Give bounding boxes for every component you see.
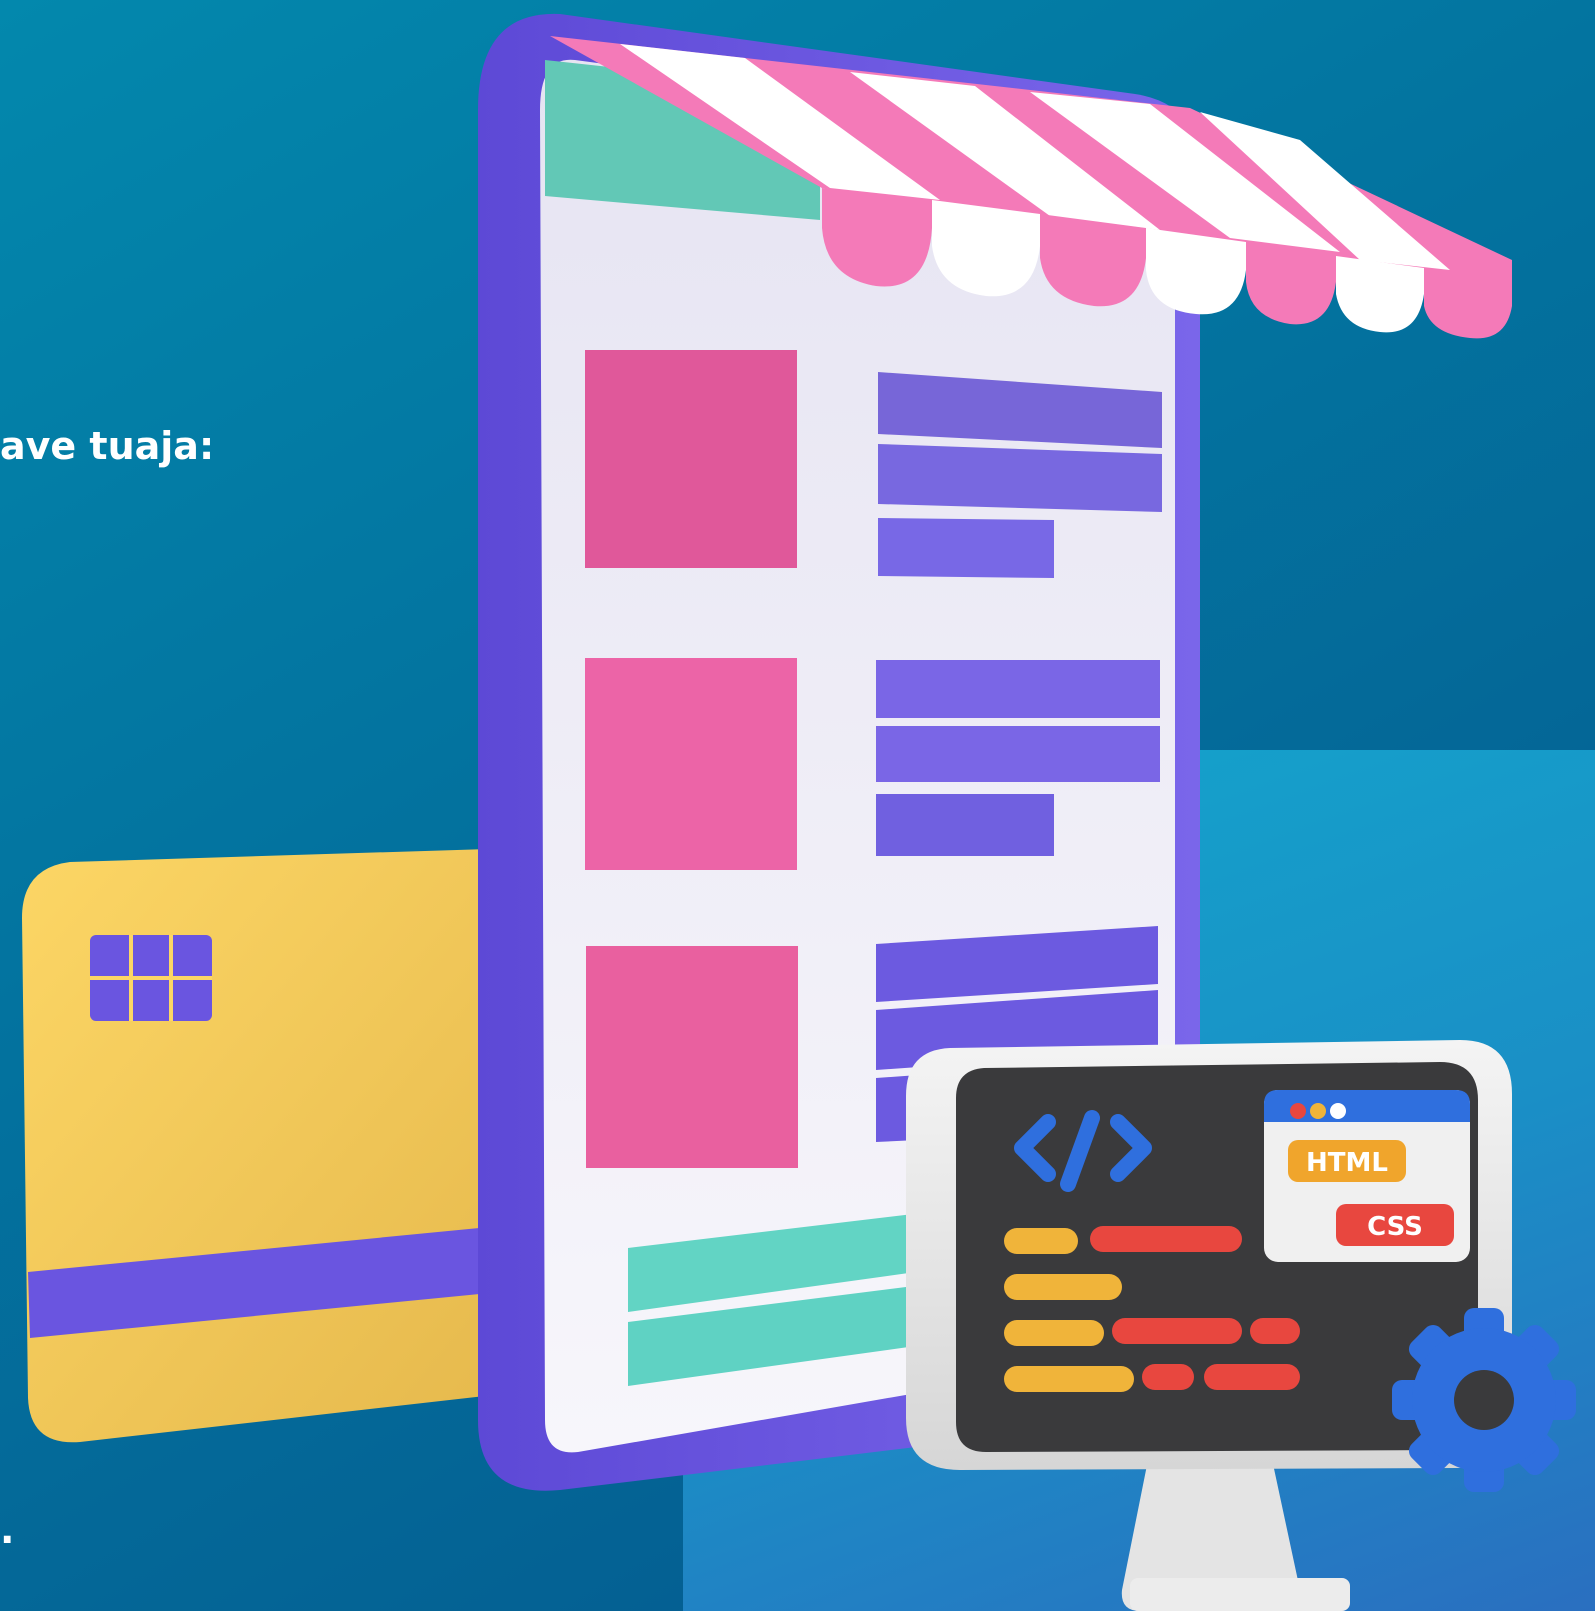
credit-card-icon	[22, 848, 520, 1443]
card-chip	[90, 935, 212, 1021]
ecommerce-illustration: HTML CSS	[22, 13, 1576, 1611]
gear-icon	[1392, 1308, 1576, 1492]
css-badge: CSS	[1367, 1212, 1423, 1242]
code-monitor-icon: HTML CSS	[906, 1040, 1512, 1611]
browser-window-icon: HTML CSS	[1264, 1090, 1470, 1262]
html-badge: HTML	[1306, 1148, 1388, 1178]
